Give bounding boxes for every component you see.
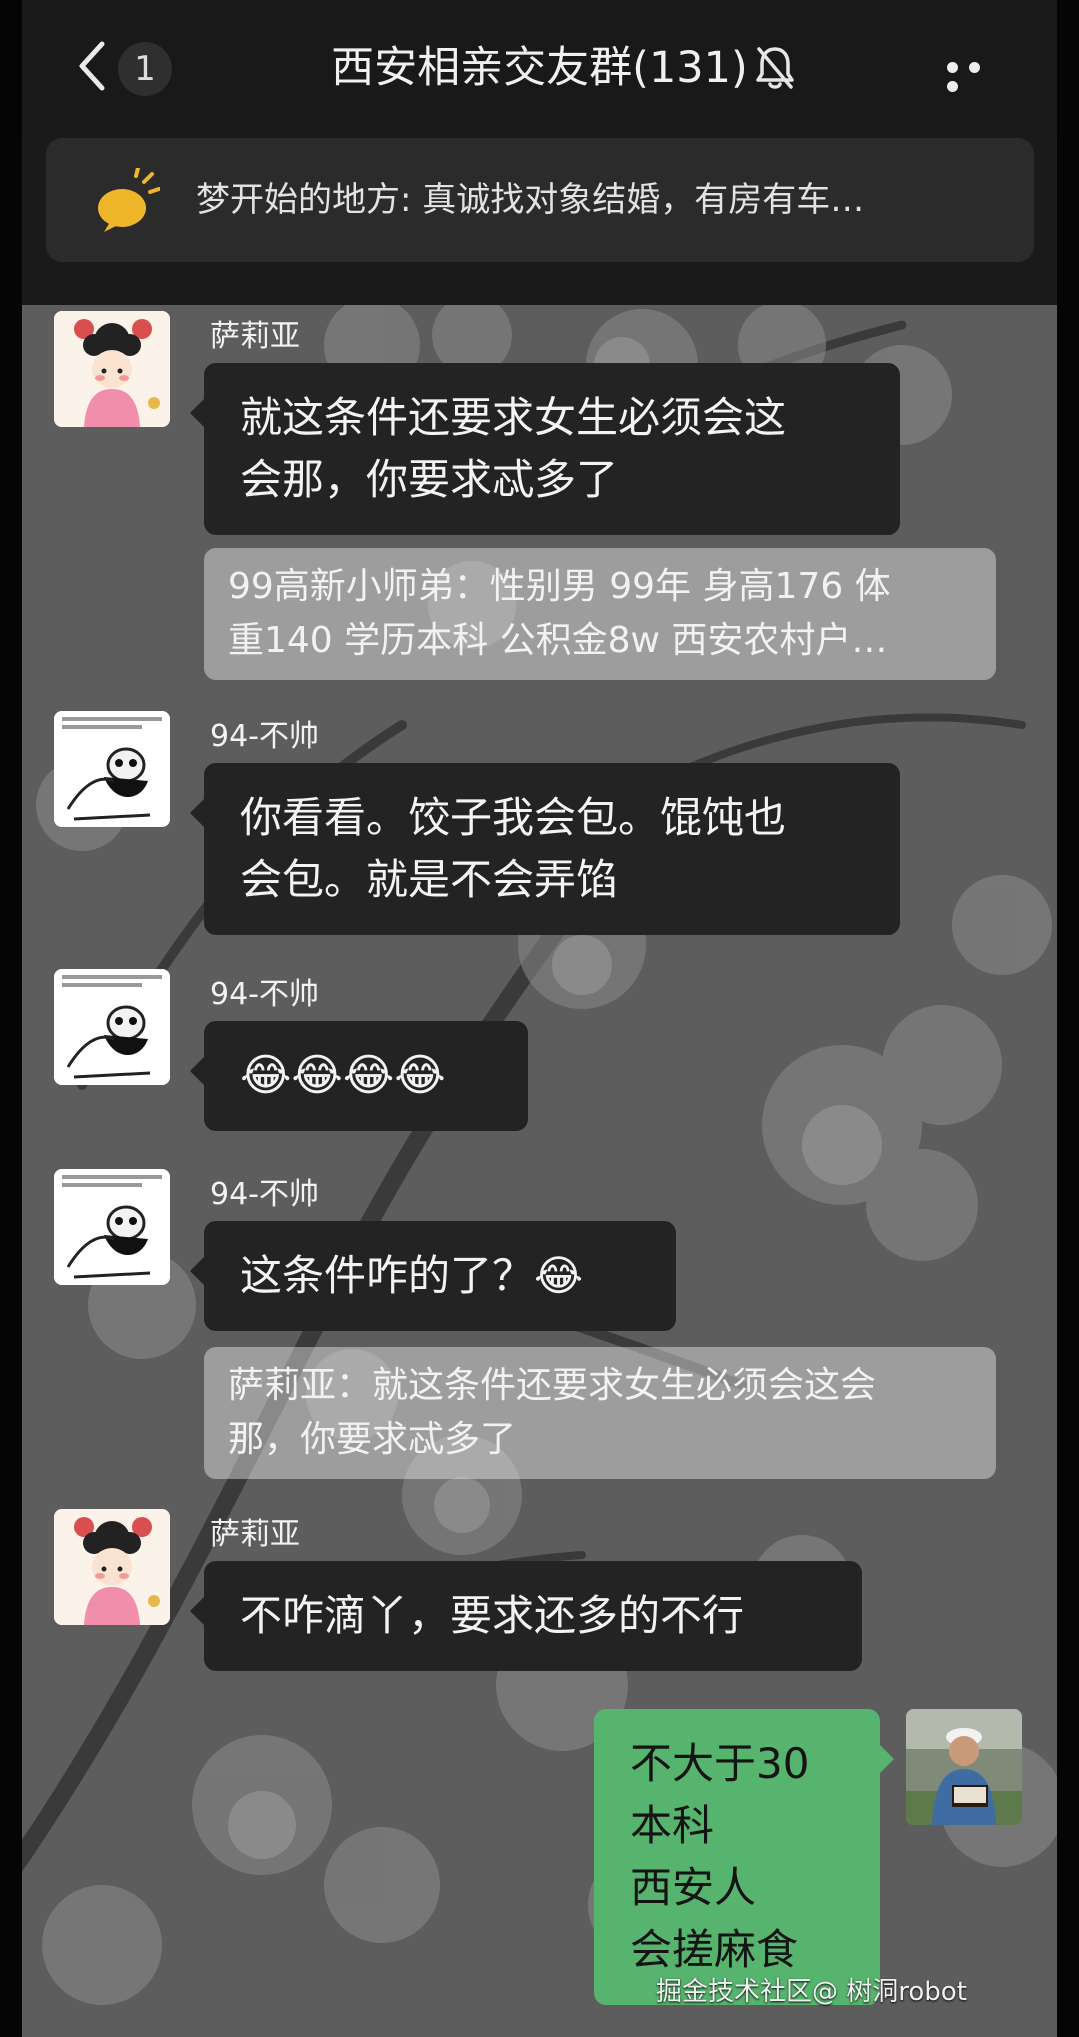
my-message-bubble[interactable]: 不大于30 本科 西安人 会搓麻食 [594,1709,894,2005]
sender-name: 94-不帅 [210,1177,319,1212]
sender-name: 94-不帅 [210,977,319,1012]
message-text: 本科 [630,1801,715,1850]
sender-name: 萨莉亚 [210,319,300,354]
message-bubble[interactable]: 你看看。饺子我会包。馄饨也 会包。就是不会弄馅 [190,763,900,935]
quote-text: 99高新小师弟：性别男 99年 身高176 体 [228,566,891,607]
watermark: 掘金技术社区@ 树洞robot [656,1977,967,2007]
avatar-saliya[interactable] [54,1509,170,1625]
message-text: 会那，你要求忒多了 [240,455,619,504]
bell-off-icon [753,43,797,91]
message-bubble[interactable]: 不咋滴丫，要求还多的不行 [190,1561,862,1671]
avatar-saliya[interactable] [54,311,170,427]
message-text: 会包。就是不会弄馅 [240,855,619,904]
chat-area[interactable]: 萨莉亚 就这条件还要求女生必须会这 会那，你要求忒多了 99高新小师弟：性别男 … [22,305,1057,2037]
left-edge [0,0,22,2037]
message-text: 这条件咋的了？😂 [240,1251,584,1300]
megaphone-icon [94,168,160,234]
message-text: 不咋滴丫，要求还多的不行 [240,1591,745,1640]
quote-text: 那，你要求忒多了 [228,1419,517,1460]
quote-text: 重140 学历本科 公积金8w 西安农村户… [228,620,888,661]
more-button[interactable] [947,58,1007,92]
message-text: 西安人 [630,1863,757,1912]
avatar-94-bushuai[interactable] [54,1169,170,1285]
message-text: 你看看。饺子我会包。馄饨也 [240,793,787,842]
sender-name: 萨莉亚 [210,1517,300,1552]
message-bubble[interactable]: 😂😂😂😂 [190,1021,528,1131]
more-dots-icon [947,62,958,73]
right-edge [1057,0,1079,2037]
avatar-me[interactable] [906,1709,1022,1825]
quote-text: 萨莉亚：就这条件还要求女生必须会这会 [228,1365,877,1406]
sender-name: 94-不帅 [210,719,319,754]
message-text: 😂😂😂😂 [240,1050,446,1101]
avatar-94-bushuai[interactable] [54,711,170,827]
message-text: 不大于30 [630,1739,810,1788]
message-text: 就这条件还要求女生必须会这 [240,393,787,442]
chat-header: 1 西安相亲交友群(131) [22,0,1057,135]
message-bubble[interactable]: 这条件咋的了？😂 [190,1221,676,1331]
announcement-text: 梦开始的地方: 真诚找对象结婚，有房有车… [196,180,865,220]
message-bubble[interactable]: 就这条件还要求女生必须会这 会那，你要求忒多了 [190,363,900,535]
quoted-message[interactable]: 萨莉亚：就这条件还要求女生必须会这会 那，你要求忒多了 [204,1347,996,1479]
group-announcement[interactable]: 梦开始的地方: 真诚找对象结婚，有房有车… [46,138,1034,262]
quoted-message[interactable]: 99高新小师弟：性别男 99年 身高176 体 重140 学历本科 公积金8w … [204,548,996,680]
chat-screen: 1 西安相亲交友群(131) 梦开始的地方: 真诚找对象结婚，有房有车… 萨莉亚… [22,0,1057,2037]
avatar-94-bushuai[interactable] [54,969,170,1085]
chat-title: 西安相亲交友群(131) [331,43,748,93]
